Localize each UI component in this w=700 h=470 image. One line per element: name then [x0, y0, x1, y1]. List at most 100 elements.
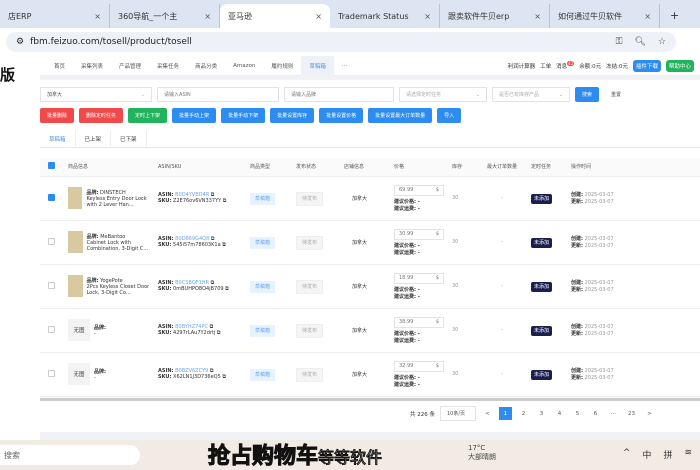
copy-icon[interactable]: ⧉	[222, 374, 226, 380]
new-tab-button[interactable]: +	[660, 9, 689, 28]
nav-item[interactable]: 商品分类	[187, 56, 225, 76]
row-checkbox[interactable]	[48, 193, 55, 201]
action-button[interactable]: 批量手动下架	[221, 108, 266, 123]
price-input[interactable]: 69.99 $	[394, 184, 444, 196]
action-button[interactable]: 批量手动上架	[172, 108, 217, 123]
browser-tab[interactable]: 跟卖软件牛贝erp ×	[440, 4, 550, 28]
nav-item[interactable]: 首页	[46, 56, 73, 76]
nav-item[interactable]: 履约规则	[263, 56, 301, 76]
product-image[interactable]: 无图	[68, 319, 90, 341]
site-info-icon[interactable]: ⚙	[16, 37, 24, 47]
browser-tab[interactable]: 360导航_一个主 ×	[110, 4, 220, 28]
close-icon[interactable]: ×	[204, 12, 211, 21]
profit-calculator-link[interactable]: 利润计算器	[508, 62, 536, 70]
row-checkbox[interactable]	[48, 237, 55, 245]
browser-tab[interactable]: 店ERP ×	[0, 4, 110, 28]
key-icon[interactable]: ⚿	[616, 37, 623, 47]
messages-link[interactable]: 消息42	[556, 61, 575, 70]
page-button[interactable]: 1	[499, 407, 512, 420]
product-image[interactable]	[68, 187, 83, 209]
action-button[interactable]: 批量设置库存	[270, 108, 315, 123]
action-button[interactable]: 批量设置最大订单数量	[368, 108, 433, 123]
nav-item[interactable]: 采集任务	[149, 56, 187, 76]
chevron-up-icon[interactable]: ^	[623, 448, 631, 461]
row-checkbox[interactable]	[48, 369, 55, 377]
nav-item[interactable]: 草稿箱	[301, 55, 334, 76]
page-button[interactable]: 23	[625, 407, 638, 420]
page-button[interactable]: 5	[571, 407, 584, 420]
search-button[interactable]: 搜索	[575, 87, 600, 102]
nav-item[interactable]: 采集列表	[73, 56, 111, 76]
product-title[interactable]: -	[94, 375, 96, 381]
product-image[interactable]	[68, 231, 83, 253]
product-image[interactable]	[68, 275, 83, 297]
action-button[interactable]: 批量设置价格	[319, 108, 364, 123]
stock-select[interactable]: 是否已有库存产品 ⌄	[492, 87, 570, 102]
action-button[interactable]: 定时上下架	[128, 108, 168, 123]
prev-page-button[interactable]: <	[481, 407, 494, 420]
price-input[interactable]: 18.99 $	[394, 272, 444, 284]
browser-tab[interactable]: Trademark Status ×	[330, 4, 440, 28]
close-icon[interactable]: ×	[315, 12, 322, 21]
browser-tab[interactable]: 亚马逊 ×	[220, 4, 330, 28]
page-button[interactable]: 4	[553, 407, 566, 420]
task-badge[interactable]: 未添加	[531, 325, 553, 336]
task-badge[interactable]: 未添加	[531, 369, 553, 380]
action-button[interactable]: 删除定时任务	[79, 108, 124, 123]
product-title[interactable]: 2Pcs Keyless Closet Door Lock, 3-Digit C…	[87, 284, 150, 296]
task-select[interactable]: 请选择定时任务 ⌄	[399, 87, 487, 102]
close-icon[interactable]: ×	[534, 12, 541, 21]
zoom-icon[interactable]: 🔍︎	[634, 37, 645, 47]
close-icon[interactable]: ×	[424, 12, 431, 21]
nav-item[interactable]: ···	[334, 56, 355, 76]
page-button[interactable]: 3	[535, 407, 548, 420]
nav-item[interactable]: 产品管理	[111, 56, 149, 76]
task-badge[interactable]: 未添加	[531, 281, 553, 292]
copy-icon[interactable]: ⧉	[225, 286, 229, 292]
price-input[interactable]: 30.99 $	[394, 228, 444, 240]
product-title[interactable]: Keyless Entry Door Lock with 2 Lever Han…	[86, 196, 146, 208]
product-title[interactable]: Cabinet Lock with Combination, 3-Digit C…	[87, 240, 149, 252]
nav-item[interactable]: Amazon	[225, 56, 263, 76]
ime-pinyin[interactable]: 拼	[663, 448, 672, 461]
copy-icon[interactable]: ⧉	[217, 330, 221, 336]
reset-button[interactable]: 重置	[604, 87, 628, 102]
page-button[interactable]: 6	[589, 407, 602, 420]
task-badge[interactable]: 未添加	[531, 193, 553, 204]
close-icon[interactable]: ×	[644, 12, 651, 21]
select-all-checkbox[interactable]	[48, 162, 55, 170]
address-bar[interactable]: ⚙ fbm.feizuo.com/tosell/product/tosell ⚿ 🔍…	[6, 32, 676, 52]
page-size-select[interactable]: 10条/页	[440, 406, 476, 421]
price-input[interactable]: 32.99 $	[394, 360, 444, 372]
status-tab[interactable]: 已上架	[76, 130, 112, 147]
row-checkbox[interactable]	[48, 325, 55, 333]
ticket-link[interactable]: 工单	[540, 62, 551, 70]
weather-widget[interactable]: 17°C 大部晴朗	[468, 444, 496, 462]
product-image[interactable]: 无图	[68, 363, 90, 385]
copy-icon[interactable]: ⧉	[223, 198, 227, 204]
plugin-download-button[interactable]: 插件下载	[632, 59, 661, 72]
brand-input[interactable]	[284, 87, 394, 102]
status-tab[interactable]: 已下架	[111, 130, 147, 147]
price-input[interactable]: 38.99 $	[394, 316, 444, 328]
action-button[interactable]: 批量删除	[40, 108, 75, 123]
country-select[interactable]: 加拿大 ⌄	[40, 87, 152, 102]
wifi-icon[interactable]: ≋	[684, 448, 692, 461]
row-checkbox[interactable]	[48, 281, 55, 289]
bookmark-star-icon[interactable]: ☆	[658, 37, 666, 47]
asin-input[interactable]	[157, 87, 279, 102]
browser-tab[interactable]: 如何通过牛贝软件 ×	[550, 4, 660, 28]
help-center-button[interactable]: 帮助中心	[665, 59, 694, 72]
close-icon[interactable]: ×	[94, 12, 101, 21]
next-page-button[interactable]: >	[643, 407, 656, 420]
page-button[interactable]: 2	[517, 407, 530, 420]
product-title[interactable]: -	[94, 331, 96, 337]
action-button[interactable]: 导入	[437, 108, 462, 123]
taskbar-search[interactable]: 搜索	[0, 445, 140, 465]
copy-icon[interactable]: ⧉	[222, 242, 226, 248]
page-button[interactable]: ···	[607, 407, 620, 420]
ime-mode[interactable]: 中	[642, 448, 651, 461]
horizontal-scrollbar[interactable]	[40, 398, 700, 401]
task-badge[interactable]: 未添加	[531, 237, 553, 248]
status-tab[interactable]: 草稿箱	[40, 130, 76, 147]
